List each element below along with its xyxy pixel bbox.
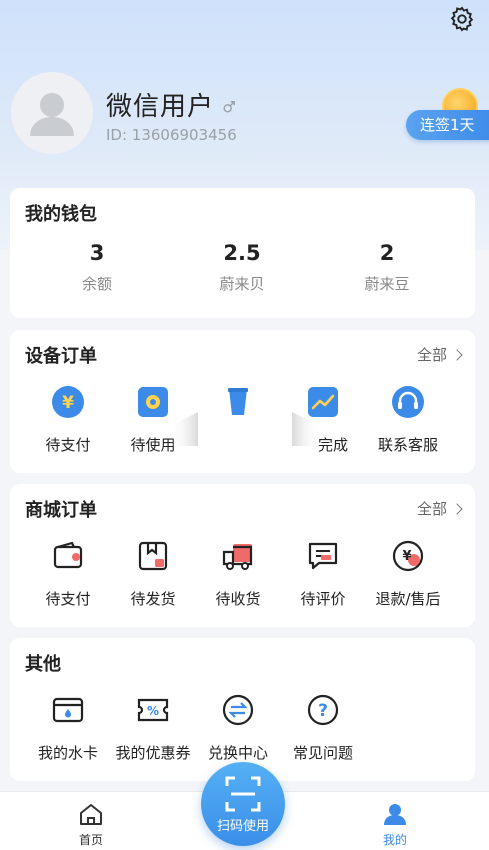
avatar[interactable] — [11, 72, 93, 154]
wallet-value: 2.5 — [223, 241, 261, 265]
mall-order-refund[interactable]: ¥ 退款/售后 — [363, 538, 453, 609]
mall-order-to-ship[interactable]: 待发货 — [108, 538, 198, 609]
chevron-right-icon — [451, 348, 463, 361]
device-orders-title: 设备订单 — [25, 346, 97, 367]
user-name: 微信用户 — [106, 92, 215, 122]
wallet-value: 2 — [379, 241, 395, 265]
comment-icon — [308, 542, 338, 570]
grid-label: 联系客服 — [377, 436, 438, 454]
flower-icon — [138, 387, 168, 417]
grid-label: 待收货 — [215, 590, 261, 608]
wallet-icon — [53, 541, 83, 569]
scan-button[interactable]: 扫码使用 — [201, 762, 285, 846]
user-silhouette-icon — [30, 93, 74, 136]
svg-text:¥: ¥ — [402, 549, 411, 564]
grid-label: 兑换中心 — [207, 744, 268, 762]
device-orders-all-link[interactable]: 全部 — [416, 344, 463, 365]
grid-label: 待支付 — [45, 590, 91, 608]
svg-text:¥: ¥ — [62, 393, 74, 413]
tab-label: 我的 — [382, 833, 407, 847]
my-coupons[interactable]: % 我的优惠券 — [108, 692, 198, 763]
overlay-ribbon-decoration — [170, 412, 320, 446]
gear-icon[interactable] — [448, 5, 476, 33]
faq[interactable]: ? 常见问题 — [278, 692, 368, 763]
others-card: 其他 我的水卡 % 我的优惠券 兑换中心 ? 常见问题 — [10, 638, 475, 781]
truck-icon — [222, 544, 253, 570]
grid-label: 我的优惠券 — [115, 744, 191, 762]
grid-label: 常见问题 — [292, 744, 353, 762]
headset-icon — [392, 386, 424, 418]
grid-label: 待发货 — [130, 590, 176, 608]
wallet-item-nio-bean[interactable]: 2 蔚来豆 — [327, 241, 447, 294]
box-icon — [138, 541, 168, 571]
tab-home[interactable]: 首页 — [61, 802, 121, 848]
exchange-icon — [222, 694, 254, 726]
svg-text:?: ? — [318, 701, 328, 721]
svg-text:%: % — [147, 704, 159, 718]
mall-orders-card: 商城订单 全部 待支付 待发货 待收货 待评价 ¥ 退款/售后 — [10, 484, 475, 627]
wallet-item-balance[interactable]: 3 余额 — [37, 241, 157, 294]
mall-order-to-review[interactable]: 待评价 — [278, 538, 368, 609]
wallet-label: 蔚来豆 — [364, 275, 410, 293]
card-icon — [52, 697, 84, 723]
tab-label: 首页 — [78, 833, 103, 847]
yen-icon: ¥ — [52, 386, 84, 418]
mall-order-pending-payment[interactable]: 待支付 — [23, 538, 113, 609]
grid-label: 待评价 — [300, 590, 346, 608]
wallet-title: 我的钱包 — [25, 204, 97, 225]
tab-mine[interactable]: 我的 — [365, 802, 425, 848]
scan-label: 扫码使用 — [216, 819, 269, 834]
coupon-icon: % — [137, 698, 169, 722]
mall-orders-all-link[interactable]: 全部 — [416, 498, 463, 519]
contact-support[interactable]: 联系客服 — [363, 384, 453, 455]
grid-label: 待支付 — [45, 436, 91, 454]
male-gender-icon — [223, 101, 235, 113]
scan-icon — [225, 776, 261, 812]
wallet-value: 3 — [89, 241, 105, 265]
question-icon: ? — [307, 694, 339, 726]
user-icon — [384, 804, 406, 825]
grid-label: 我的水卡 — [37, 744, 98, 762]
checkin-badge[interactable]: 连签1天 — [406, 110, 489, 140]
wallet-card: 我的钱包 3 余额 2.5 蔚来贝 2 蔚来豆 — [10, 188, 475, 318]
chevron-right-icon — [451, 502, 463, 515]
wallet-label: 余额 — [81, 275, 112, 293]
home-icon — [80, 804, 102, 825]
mall-order-to-receive[interactable]: 待收货 — [193, 538, 283, 609]
all-label: 全部 — [416, 346, 447, 364]
grid-label: 退款/售后 — [375, 590, 441, 608]
all-label: 全部 — [416, 500, 447, 518]
wallet-label: 蔚来贝 — [219, 275, 265, 293]
others-title: 其他 — [25, 654, 61, 675]
wallet-item-nio-shell[interactable]: 2.5 蔚来贝 — [182, 241, 302, 294]
user-id: ID: 13606903456 — [106, 126, 237, 144]
exchange-center[interactable]: 兑换中心 — [193, 692, 283, 763]
refund-icon: ¥ — [392, 540, 424, 572]
device-order-pending-payment[interactable]: ¥ 待支付 — [23, 384, 113, 455]
mall-orders-title: 商城订单 — [25, 500, 97, 521]
my-water-card[interactable]: 我的水卡 — [23, 692, 113, 763]
